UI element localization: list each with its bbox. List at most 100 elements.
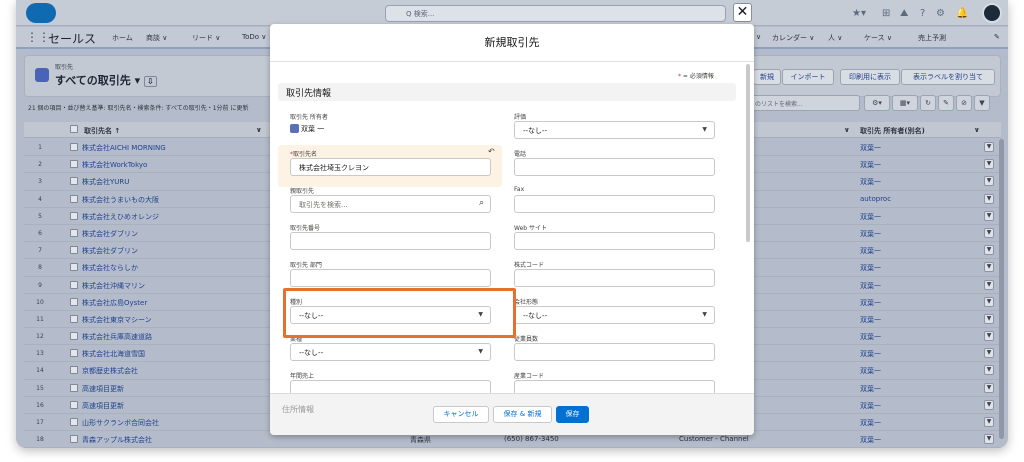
row-action-menu-icon[interactable]: ▼: [984, 176, 994, 187]
account-name-link[interactable]: 株式会社えひめオレンジ: [82, 212, 159, 222]
modal-close-button[interactable]: ✕: [733, 3, 752, 22]
row-checkbox[interactable]: [70, 435, 78, 444]
select-all-checkbox[interactable]: [70, 125, 78, 133]
account-name-link[interactable]: 株式会社YURU: [82, 177, 129, 187]
row-checkbox[interactable]: [70, 246, 78, 255]
row-checkbox[interactable]: [70, 263, 78, 272]
nav-item-calendar[interactable]: カレンダー ∨: [772, 33, 814, 43]
nav-item-cases[interactable]: ケース ∨: [864, 33, 892, 43]
display-as-icon[interactable]: ▦▾: [892, 95, 918, 111]
nav-item-more[interactable]: ∨: [756, 33, 761, 41]
add-icon[interactable]: ⊞: [882, 7, 890, 20]
phone-input[interactable]: [514, 158, 715, 176]
owner-link[interactable]: 双葉一: [860, 281, 881, 291]
row-checkbox[interactable]: [70, 383, 78, 392]
account-name-link[interactable]: 株式会社WorkTokyo: [82, 160, 147, 170]
user-avatar[interactable]: [982, 3, 1002, 23]
nav-item-leads[interactable]: リード ∨: [192, 33, 220, 43]
account-name-link[interactable]: 青森アップル株式会社: [82, 435, 152, 445]
owner-link[interactable]: 双葉一: [860, 229, 881, 239]
favorites-icon[interactable]: ★▾: [852, 7, 866, 20]
row-action-menu-icon[interactable]: ▼: [984, 313, 994, 324]
list-view-selector[interactable]: すべての取引先 ▾ ⇩: [55, 72, 157, 88]
owner-link[interactable]: 双葉一: [860, 349, 881, 359]
account-name-link[interactable]: 株式会社ならしか: [82, 263, 138, 273]
row-checkbox[interactable]: [70, 143, 78, 151]
owner-link[interactable]: 双葉一: [860, 315, 881, 325]
rating-select[interactable]: --なし-- ▼: [514, 121, 715, 139]
trailhead-icon[interactable]: ⛰: [900, 7, 908, 20]
list-search-input[interactable]: このリストを検索...: [742, 95, 860, 111]
employees-input[interactable]: [514, 343, 715, 361]
owner-link[interactable]: 双葉一: [860, 160, 881, 170]
notification-bell-icon[interactable]: 🔔: [956, 7, 968, 20]
owner-link[interactable]: 双葉一: [860, 366, 881, 376]
account-name-link[interactable]: 高速項目更新: [82, 401, 124, 411]
column-owner-chevron-icon[interactable]: ∨: [844, 126, 850, 134]
row-action-menu-icon[interactable]: ▼: [984, 348, 994, 359]
row-checkbox[interactable]: [70, 160, 78, 169]
help-icon[interactable]: ?: [920, 7, 925, 20]
row-checkbox[interactable]: [70, 211, 78, 220]
printable-view-button[interactable]: 印刷用に表示: [840, 69, 900, 85]
row-action-menu-icon[interactable]: ▼: [984, 434, 994, 445]
parent-account-lookup[interactable]: 取引先を検索... ⌕: [290, 195, 491, 213]
owner-link[interactable]: 双葉一: [860, 332, 881, 342]
row-checkbox[interactable]: [70, 366, 78, 375]
account-division-input[interactable]: [290, 269, 491, 287]
row-checkbox[interactable]: [70, 349, 78, 358]
row-action-menu-icon[interactable]: ▼: [984, 142, 994, 152]
column-owner[interactable]: 取引先 所有者(別名): [860, 126, 925, 136]
refresh-icon[interactable]: ↻: [920, 95, 936, 111]
row-action-menu-icon[interactable]: ▼: [984, 365, 994, 376]
import-button[interactable]: インポート: [782, 69, 834, 85]
owner-link[interactable]: 双葉一: [860, 298, 881, 308]
row-checkbox[interactable]: [70, 177, 78, 186]
row-checkbox[interactable]: [70, 314, 78, 323]
ownership-select[interactable]: --なし-- ▼: [514, 306, 715, 324]
cancel-button[interactable]: キャンセル: [433, 406, 489, 423]
owner-link[interactable]: 双葉一: [860, 384, 881, 394]
owner-link[interactable]: 双葉一: [860, 246, 881, 256]
nav-item-home[interactable]: ホーム: [112, 33, 133, 43]
sic-code-input[interactable]: [514, 380, 715, 393]
edit-list-icon[interactable]: ✎: [938, 95, 954, 111]
setup-gear-icon[interactable]: ⚙: [936, 7, 945, 20]
account-name-link[interactable]: 高速項目更新: [82, 384, 124, 394]
column-account-name[interactable]: 取引先名 ↑: [84, 126, 120, 136]
row-action-menu-icon[interactable]: ▼: [984, 279, 994, 290]
row-checkbox[interactable]: [70, 418, 78, 426]
owner-link[interactable]: 双葉一: [860, 177, 881, 187]
list-scrollbar[interactable]: [999, 139, 1004, 439]
row-checkbox[interactable]: [70, 280, 78, 289]
global-search-input[interactable]: Q 検索...: [385, 5, 726, 22]
charts-icon[interactable]: ⊘: [956, 95, 972, 111]
row-checkbox[interactable]: [70, 194, 78, 203]
ticker-input[interactable]: [514, 269, 715, 287]
account-name-input[interactable]: 株式会社埼玉クレヨン: [290, 158, 491, 176]
row-action-menu-icon[interactable]: ▼: [984, 159, 994, 170]
row-action-menu-icon[interactable]: ▼: [984, 331, 994, 342]
undo-icon[interactable]: ↶: [488, 147, 495, 156]
account-name-link[interactable]: 株式会社北海道雪国: [82, 349, 145, 359]
nav-item-todo[interactable]: ToDo ∨: [242, 33, 266, 41]
nav-edit-icon[interactable]: ✎: [994, 33, 1000, 41]
column-chevron-icon[interactable]: ∨: [256, 126, 262, 134]
row-action-menu-icon[interactable]: ▼: [984, 296, 994, 307]
nav-item-opportunities[interactable]: 商談 ∨: [146, 33, 167, 43]
website-input[interactable]: [514, 232, 715, 250]
owner-link[interactable]: 双葉一: [860, 435, 881, 445]
app-launcher-icon[interactable]: ⋮⋮: [26, 31, 50, 44]
account-name-link[interactable]: 株式会社ダブリン: [82, 246, 138, 256]
account-name-link[interactable]: 山形サクランボ合同会社: [82, 418, 159, 428]
owner-link[interactable]: 双葉一: [860, 418, 881, 428]
account-name-link[interactable]: 株式会社東京マシーン: [82, 315, 152, 325]
row-checkbox[interactable]: [70, 228, 78, 237]
row-checkbox[interactable]: [70, 400, 78, 409]
row-action-menu-icon[interactable]: ▼: [984, 399, 994, 410]
account-name-link[interactable]: 株式会社広島Oyster: [82, 298, 147, 308]
row-action-menu-icon[interactable]: ▼: [984, 262, 994, 273]
row-action-menu-icon[interactable]: ▼: [984, 227, 994, 238]
save-and-new-button[interactable]: 保存 & 新規: [493, 406, 552, 423]
owner-link[interactable]: autoproc: [860, 195, 891, 203]
